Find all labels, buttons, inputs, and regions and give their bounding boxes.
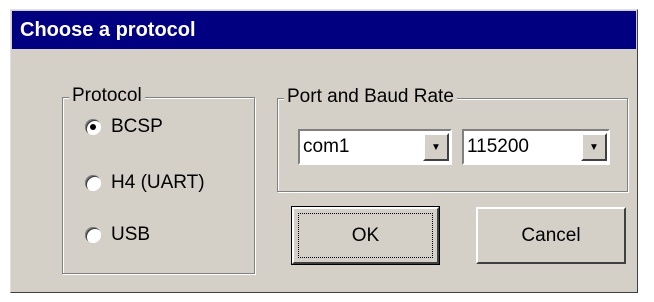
cancel-button-label: Cancel — [521, 224, 581, 246]
radio-h4-uart-circle — [85, 175, 101, 191]
radio-selected-dot — [90, 124, 96, 130]
radio-usb[interactable]: USB — [85, 224, 150, 246]
port-dropdown-arrow-icon[interactable]: ▼ — [423, 133, 449, 161]
focus-rectangle — [298, 213, 433, 258]
port-select-value: com1 — [303, 136, 350, 157]
radio-bcsp-circle — [85, 119, 101, 135]
radio-h4-uart[interactable]: H4 (UART) — [85, 172, 205, 194]
ok-button[interactable]: OK — [291, 206, 440, 265]
radio-bcsp[interactable]: BCSP — [85, 116, 163, 138]
baud-rate-select[interactable]: 115200 ▼ — [462, 129, 610, 165]
radio-usb-circle — [85, 227, 101, 243]
radio-h4-uart-label: H4 (UART) — [111, 172, 205, 193]
port-select[interactable]: com1 ▼ — [298, 129, 452, 165]
choose-protocol-dialog: Choose a protocol Protocol BCSP H4 (UART… — [10, 9, 638, 293]
port-baud-group-label: Port and Baud Rate — [284, 86, 457, 108]
protocol-group-label: Protocol — [69, 85, 145, 107]
radio-bcsp-label: BCSP — [111, 116, 163, 137]
baud-rate-dropdown-arrow-icon[interactable]: ▼ — [581, 133, 607, 161]
radio-usb-label: USB — [111, 224, 151, 245]
cancel-button[interactable]: Cancel — [476, 207, 626, 264]
dialog-title: Choose a protocol — [12, 11, 636, 49]
baud-rate-select-value: 115200 — [467, 136, 529, 157]
